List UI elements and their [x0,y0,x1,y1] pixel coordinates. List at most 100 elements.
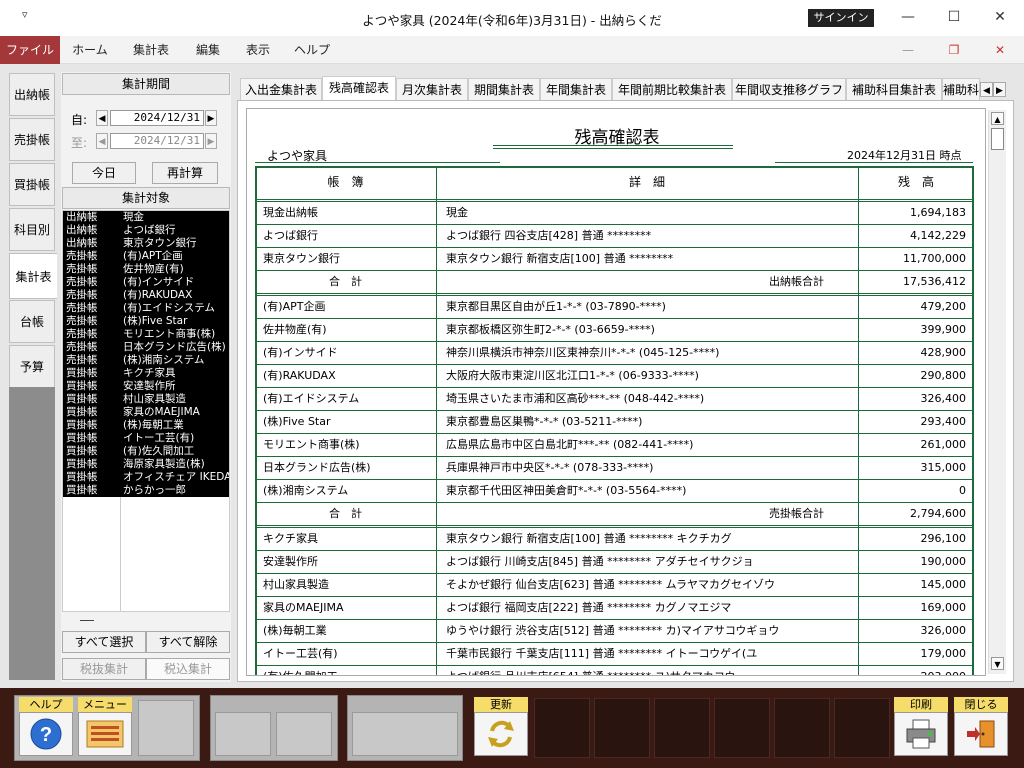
sidetab-filler [9,387,55,680]
row-book: 現金出納帳 [263,206,318,219]
target-list-item[interactable]: 売掛帳 日本グランド広告(株) [63,341,229,354]
target-list-item[interactable]: 買掛帳 からかっ一郎 [63,484,229,497]
toolbar-empty-slot [138,700,194,756]
today-button[interactable]: 今日 [72,162,136,184]
print-button[interactable] [894,712,948,756]
tab-cash-summary[interactable]: 入出金集計表 [240,78,322,100]
from-date-field[interactable]: 2024/12/31 [110,110,204,126]
target-account-name: オフィスチェア IKEDA [123,471,230,483]
to-prev-icon[interactable]: ◀ [96,133,108,149]
tab-annual-graph[interactable]: 年間収支推移グラフ [732,78,846,100]
to-date-field[interactable]: 2024/12/31 [110,133,204,149]
sidetab-report[interactable]: 集計表 [9,253,57,299]
tax-excluded-button[interactable]: 税抜集計 [62,658,146,680]
svg-text:?: ? [40,724,52,746]
from-next-icon[interactable]: ▶ [205,110,217,126]
from-label: 自: [71,113,88,127]
menu-home[interactable]: ホーム [64,36,116,64]
target-list-item[interactable]: 売掛帳 (有)APT企画 [63,250,229,263]
target-list-item[interactable]: 売掛帳 (有)インサイド [63,276,229,289]
target-list-item[interactable]: 買掛帳 オフィスチェア IKEDA [63,471,230,484]
target-list-item[interactable]: 買掛帳 イトー工芸(有) [63,432,229,445]
scroll-down-icon[interactable]: ▼ [991,657,1004,670]
target-list-item[interactable]: 買掛帳 (有)佐久間加工 [63,445,229,458]
sidetab-receivable[interactable]: 売掛帳 [9,118,55,161]
target-list-item[interactable]: 出納帳 東京タウン銀行 [63,237,229,250]
target-list-item[interactable]: 買掛帳 (株)毎朝工業 [63,419,229,432]
row-detail: 現金 [446,206,468,219]
target-book-type: 売掛帳 [66,263,98,275]
target-list-item[interactable]: 買掛帳 家具のMAEJIMA [63,406,229,419]
tab-sub-account-2[interactable]: 補助科 [942,78,980,100]
tab-annual-compare[interactable]: 年間前期比較集計表 [612,78,732,100]
sidetab-payable[interactable]: 買掛帳 [9,163,55,206]
row-detail: 神奈川県横浜市神奈川区東神奈川*-*-* (045-125-****) [446,346,720,359]
target-account-name: 村山家具製造 [123,393,186,405]
tab-period[interactable]: 期間集計表 [468,78,540,100]
tab-balance-confirm[interactable]: 残高確認表 [322,76,396,100]
total-name: 出納帳合計 [769,275,824,288]
target-list-item[interactable]: 売掛帳 (有)エイドシステム [63,302,229,315]
tab-sub-account[interactable]: 補助科目集計表 [846,78,942,100]
target-list-item[interactable]: 買掛帳 村山家具製造 [63,393,229,406]
signin-button[interactable]: サインイン [808,9,874,27]
row-book: 村山家具製造 [263,578,329,591]
menu-help[interactable]: ヘルプ [288,36,336,64]
help-label: ヘルプ [19,697,73,712]
target-list-item[interactable]: 出納帳 現金 [63,211,229,224]
to-next-icon[interactable]: ▶ [205,133,217,149]
target-list-item[interactable]: 売掛帳 (株)湘南システム [63,354,229,367]
minimize-button[interactable]: — [888,4,928,30]
target-list-item[interactable]: 買掛帳 キクチ家具 [63,367,229,380]
target-list-item[interactable]: 売掛帳 (株)Five Star [63,315,229,328]
target-list[interactable]: 出納帳 現金 出納帳 よつば銀行 出納帳 東京タウン銀行 売掛帳 (有)APT企画 売掛帳 佐井物… [62,210,230,612]
list-resize-handle[interactable] [80,620,94,621]
sidetab-budget[interactable]: 予算 [9,345,55,388]
from-prev-icon[interactable]: ◀ [96,110,108,126]
target-list-item[interactable]: 売掛帳 モリエント商事(株) [63,328,229,341]
exit-door-icon [967,720,995,748]
target-list-item[interactable]: 買掛帳 海原家具製造(株) [63,458,229,471]
close-button[interactable] [954,712,1008,756]
tab-monthly[interactable]: 月次集計表 [396,78,468,100]
target-book-type: 出納帳 [66,224,98,236]
menu-label: メニュー [78,697,132,712]
target-account-name: イトー工芸(有) [123,432,195,444]
scroll-up-icon[interactable]: ▲ [991,112,1004,125]
help-button[interactable]: ? [19,712,73,756]
total-amount: 17,536,412 [903,275,966,288]
tab-scroll-right-icon[interactable]: ▶ [993,82,1006,97]
sidetab-cashbook[interactable]: 出納帳 [9,73,55,116]
to-label: 至: [71,136,88,150]
target-list-item[interactable]: 売掛帳 佐井物産(有) [63,263,229,276]
close-window-button[interactable]: ✕ [980,4,1020,30]
doc-close-icon[interactable]: ✕ [988,36,1012,64]
target-list-item[interactable]: 出納帳 よつば銀行 [63,224,229,237]
maximize-button[interactable]: ☐ [934,4,974,30]
tab-scroll-left-icon[interactable]: ◀ [980,82,993,97]
menu-button[interactable] [78,712,132,756]
row-amount: 315,000 [920,461,967,474]
target-list-item[interactable]: 売掛帳 (有)RAKUDAX [63,289,229,302]
target-account-name: (有)インサイド [123,276,195,288]
sidetab-by-account[interactable]: 科目別 [9,208,55,251]
target-list-item[interactable]: 買掛帳 安達製作所 [63,380,229,393]
target-account-name: 海原家具製造(株) [123,458,205,470]
menu-report[interactable]: 集計表 [122,36,180,64]
report-scrollbar[interactable]: ▲ ▼ [988,110,1006,674]
doc-restore-icon[interactable]: ❐ [942,36,966,64]
menu-file[interactable]: ファイル [0,36,60,64]
recalc-button[interactable]: 再計算 [152,162,218,184]
menu-edit[interactable]: 編集 [186,36,230,64]
menu-view[interactable]: 表示 [236,36,280,64]
as-of-date: 2024年12月31日 時点 [847,149,962,162]
clear-all-button[interactable]: すべて解除 [146,631,230,653]
tab-annual[interactable]: 年間集計表 [540,78,612,100]
doc-minimize-icon[interactable]: — [896,36,920,64]
target-book-type: 売掛帳 [66,328,98,340]
tax-included-button[interactable]: 税込集計 [146,658,230,680]
refresh-button[interactable] [474,712,528,756]
select-all-button[interactable]: すべて選択 [62,631,146,653]
scroll-thumb[interactable] [991,128,1004,150]
sidetab-ledger[interactable]: 台帳 [9,300,55,343]
